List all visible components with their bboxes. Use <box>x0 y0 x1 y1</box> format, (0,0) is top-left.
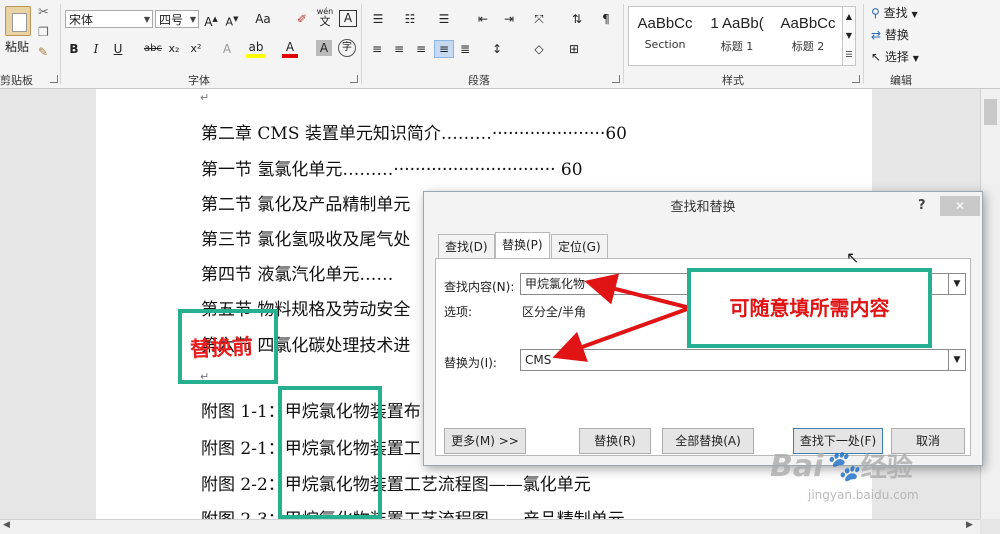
watermark-url: jingyan.baidu.com <box>808 488 919 502</box>
callout-text: 可随意填所需内容 <box>729 296 890 320</box>
arrow-to-find <box>584 273 691 310</box>
arrow-to-replace <box>552 306 691 362</box>
watermark-brand2-text: 经验 <box>860 453 913 483</box>
paw-icon: 🐾 <box>823 449 861 484</box>
watermark-brand-text: Bai <box>770 449 824 484</box>
callout-box: 可随意填所需内容 <box>687 268 932 348</box>
watermark-brand: Bai🐾经验 <box>770 447 913 484</box>
